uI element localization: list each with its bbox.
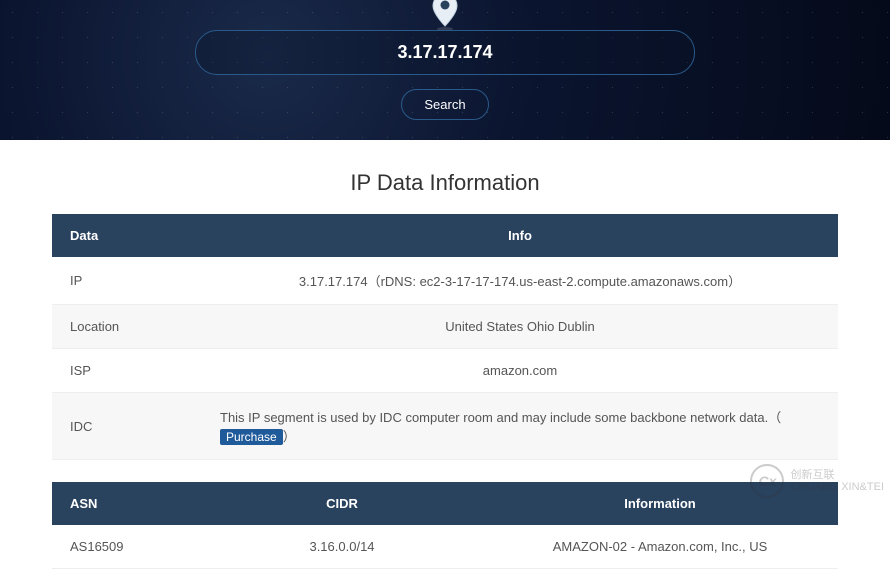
purchase-link[interactable]: Purchase bbox=[220, 429, 283, 445]
table-row: IDC This IP segment is used by IDC compu… bbox=[52, 393, 838, 460]
watermark-logo-icon: Cx bbox=[750, 464, 784, 498]
asn-value: AS16509 bbox=[52, 525, 202, 569]
watermark: Cx 创新互联 CHUANG XIN&TEI bbox=[750, 464, 884, 498]
hero-banner: Search bbox=[0, 0, 890, 140]
cidr-value: 3.16.0.0/14 bbox=[202, 525, 482, 569]
content-area: IP Data Information Data Info IP 3.17.17… bbox=[0, 140, 890, 569]
page-title: IP Data Information bbox=[52, 170, 838, 196]
table-row: Location United States Ohio Dublin bbox=[52, 305, 838, 349]
table-row: ISP amazon.com bbox=[52, 349, 838, 393]
search-button[interactable]: Search bbox=[401, 89, 488, 120]
row-value: 3.17.17.174（rDNS: ec2-3-17-17-174.us-eas… bbox=[202, 257, 838, 305]
ip-data-table: Data Info IP 3.17.17.174（rDNS: ec2-3-17-… bbox=[52, 214, 838, 460]
watermark-text: 创新互联 CHUANG XIN&TEI bbox=[790, 469, 884, 493]
idc-text-suffix: ） bbox=[283, 429, 296, 444]
idc-text-prefix: This IP segment is used by IDC computer … bbox=[220, 410, 781, 425]
row-label: Location bbox=[52, 305, 202, 349]
th-info: Info bbox=[202, 214, 838, 257]
table-row: AS16509 3.16.0.0/14 AMAZON-02 - Amazon.c… bbox=[52, 525, 838, 569]
row-value: amazon.com bbox=[202, 349, 838, 393]
row-value-idc: This IP segment is used by IDC computer … bbox=[202, 393, 838, 460]
row-label: ISP bbox=[52, 349, 202, 393]
row-label: IDC bbox=[52, 393, 202, 460]
table-row: IP 3.17.17.174（rDNS: ec2-3-17-17-174.us-… bbox=[52, 257, 838, 305]
row-label: IP bbox=[52, 257, 202, 305]
th-data: Data bbox=[52, 214, 202, 257]
asn-info-value: AMAZON-02 - Amazon.com, Inc., US bbox=[482, 525, 838, 569]
search-input-container bbox=[195, 30, 695, 75]
ip-search-input[interactable] bbox=[196, 42, 694, 63]
row-value: United States Ohio Dublin bbox=[202, 305, 838, 349]
asn-table: ASN CIDR Information AS16509 3.16.0.0/14… bbox=[52, 482, 838, 569]
